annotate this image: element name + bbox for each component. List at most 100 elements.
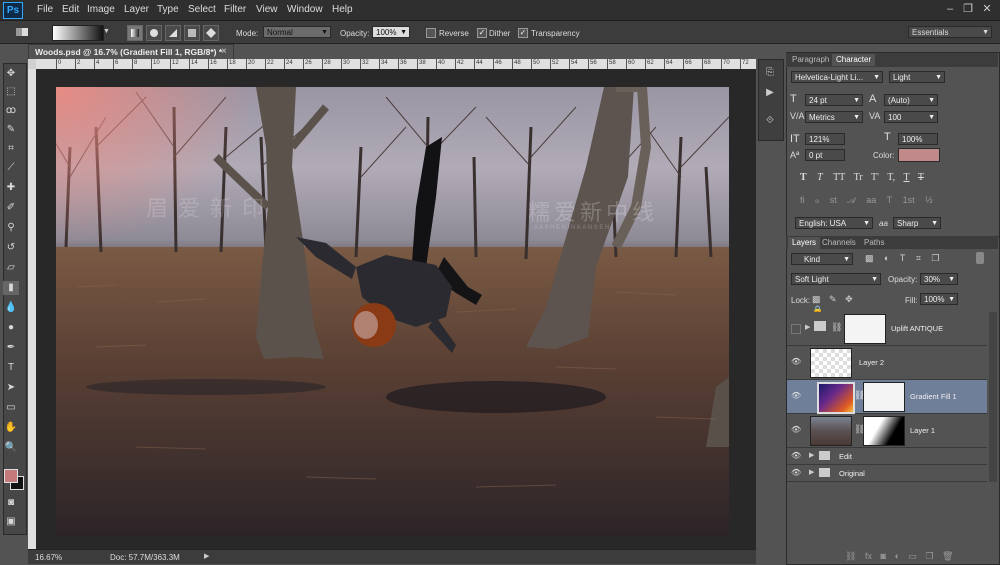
reflected-gradient-button[interactable] xyxy=(184,25,200,41)
adjustment-layer-icon[interactable]: ◐ xyxy=(894,551,899,561)
menu-image[interactable]: Image xyxy=(87,4,115,15)
contextual-icon[interactable]: ℴ xyxy=(815,195,819,205)
document-tab[interactable]: Woods.psd @ 16.7% (Gradient Fill 1, RGB/… xyxy=(28,44,234,60)
healing-brush-tool-icon[interactable]: ✚ xyxy=(3,181,19,195)
layer-row-layer-2[interactable]: 👁 Layer 2 xyxy=(787,346,987,380)
status-menu-arrow-icon[interactable]: ▶ xyxy=(204,552,209,560)
vertical-ruler[interactable] xyxy=(28,69,36,549)
tab-paths[interactable]: Paths xyxy=(860,237,888,249)
gradient-tool-preset-icon[interactable] xyxy=(14,25,30,39)
rectangle-tool-icon[interactable]: ▭ xyxy=(3,401,19,415)
visibility-toggle[interactable] xyxy=(791,324,801,334)
history-panel-icon[interactable]: ⎘ xyxy=(762,66,778,80)
opacity-input[interactable]: 100% ▼ xyxy=(372,26,410,38)
mask-thumbnail[interactable] xyxy=(844,314,886,344)
canvas-image[interactable]: 眉爱新印 糯爱新中线 A A S H E N I N K A N S E N xyxy=(56,87,729,536)
menu-select[interactable]: Select xyxy=(188,4,216,15)
faux-italic-button[interactable]: T xyxy=(817,172,823,183)
ligature-icon[interactable]: fi xyxy=(800,195,805,205)
menu-file[interactable]: File xyxy=(37,4,53,15)
layers-scrollbar[interactable] xyxy=(989,312,997,482)
blend-mode-dropdown[interactable]: Soft Light ▼ xyxy=(791,273,881,285)
text-color-swatch[interactable] xyxy=(898,148,940,162)
link-layers-icon[interactable]: ⛓ xyxy=(845,551,856,561)
new-layer-icon[interactable]: ❐ xyxy=(925,551,933,561)
baseline-shift-field[interactable]: 0 pt xyxy=(805,149,845,161)
history-brush-tool-icon[interactable]: ↺ xyxy=(3,241,19,255)
layer-thumbnail[interactable] xyxy=(810,416,852,446)
linear-gradient-button[interactable] xyxy=(127,25,143,41)
filter-adjustment-icon[interactable]: ◐ xyxy=(884,253,889,263)
group-row-edit[interactable]: 👁 ▶ Edit xyxy=(787,448,987,465)
radial-gradient-button[interactable] xyxy=(146,25,162,41)
dodge-tool-icon[interactable]: ● xyxy=(3,321,19,335)
gradient-fill-thumbnail[interactable] xyxy=(817,382,855,414)
swash-icon[interactable]: 𝒜 xyxy=(847,195,856,205)
font-style-dropdown[interactable]: Light ▼ xyxy=(889,71,945,83)
layer-row-layer-1[interactable]: 👁 ⛓ Layer 1 xyxy=(787,414,987,448)
reverse-checkbox[interactable] xyxy=(426,28,436,38)
tab-character[interactable]: Character xyxy=(832,54,876,66)
underline-button[interactable]: T xyxy=(903,172,909,183)
superscript-button[interactable]: T' xyxy=(871,172,879,183)
quick-mask-icon[interactable]: ◙ xyxy=(3,496,19,510)
add-mask-icon[interactable]: ◙ xyxy=(880,551,885,561)
menu-type[interactable]: Type xyxy=(157,4,179,15)
filter-pixel-icon[interactable]: ▩ xyxy=(865,253,874,263)
filter-shape-icon[interactable]: ⌗ xyxy=(916,253,921,263)
discretionary-icon[interactable]: st xyxy=(830,195,837,205)
dither-checkbox[interactable]: ✓ xyxy=(477,28,487,38)
tab-paragraph[interactable]: Paragraph xyxy=(788,54,833,66)
filter-smart-icon[interactable]: ❐ xyxy=(931,253,939,263)
tracking-field[interactable]: 100 ▼ xyxy=(884,111,938,123)
blur-tool-icon[interactable]: 💧 xyxy=(3,301,19,315)
fill-field[interactable]: 100% ▼ xyxy=(920,293,958,305)
brush-tool-icon[interactable]: ✐ xyxy=(3,201,19,215)
vertical-scale-field[interactable]: 121% xyxy=(805,133,845,145)
zoom-level[interactable]: 16.67% xyxy=(35,553,62,562)
eye-icon[interactable]: 👁 xyxy=(791,358,801,366)
quick-select-tool-icon[interactable]: ✎ xyxy=(3,123,19,137)
font-family-dropdown[interactable]: Helvetica-Light Li... ▼ xyxy=(791,71,883,83)
menu-edit[interactable]: Edit xyxy=(62,4,79,15)
ordinal-icon[interactable]: 1st xyxy=(903,195,915,205)
ruler-origin[interactable] xyxy=(28,59,36,69)
expand-chevron-icon[interactable]: ▶ xyxy=(809,468,814,476)
filter-toggle-switch[interactable] xyxy=(976,252,984,264)
hand-tool-icon[interactable]: ✋ xyxy=(3,421,19,435)
leading-field[interactable]: (Auto) ▼ xyxy=(884,94,938,106)
subscript-button[interactable]: T, xyxy=(887,172,895,183)
layer-opacity-field[interactable]: 30% ▼ xyxy=(920,273,958,285)
horizontal-ruler[interactable]: 0 2 4 6 8 10 12 14 16 18 20 22 24 26 28 30 32 34 36 38 40 42 4… xyxy=(36,59,756,69)
document-close-icon[interactable]: × xyxy=(221,46,227,57)
actions-panel-icon[interactable]: ▶ xyxy=(762,86,778,100)
pen-tool-icon[interactable]: ✒ xyxy=(3,341,19,355)
expand-chevron-icon[interactable]: ▶ xyxy=(805,323,810,331)
faux-bold-button[interactable]: T xyxy=(800,172,807,183)
path-selection-tool-icon[interactable]: ➤ xyxy=(3,381,19,395)
restore-icon[interactable]: ❐ xyxy=(961,2,975,16)
link-chain-icon[interactable]: ⛓ xyxy=(854,424,865,434)
link-chain-icon[interactable]: ⛓ xyxy=(854,390,865,400)
gradient-picker-dropdown-icon[interactable]: ▼ xyxy=(103,28,110,35)
marquee-tool-icon[interactable]: ⬚ xyxy=(3,85,19,99)
menu-filter[interactable]: Filter xyxy=(224,4,246,15)
lock-image-icon[interactable]: ✎ xyxy=(829,294,837,304)
clone-stamp-tool-icon[interactable]: ⚲ xyxy=(3,221,19,235)
eraser-tool-icon[interactable]: ▱ xyxy=(3,261,19,275)
strikethrough-button[interactable]: T xyxy=(918,172,924,183)
diamond-gradient-button[interactable] xyxy=(203,25,219,41)
minimize-icon[interactable]: – xyxy=(943,2,957,16)
close-window-icon[interactable]: ✕ xyxy=(980,2,994,16)
screen-mode-icon[interactable]: ▣ xyxy=(3,515,19,529)
eyedropper-tool-icon[interactable]: ⟋ xyxy=(3,161,19,175)
stylistic-icon[interactable]: aa xyxy=(866,195,876,205)
expand-chevron-icon[interactable]: ▶ xyxy=(809,451,814,459)
menu-view[interactable]: View xyxy=(256,4,278,15)
move-tool-icon[interactable]: ✥ xyxy=(3,67,19,81)
transparency-checkbox[interactable]: ✓ xyxy=(518,28,528,38)
kerning-dropdown[interactable]: Metrics ▼ xyxy=(805,111,863,123)
fraction-icon[interactable]: ½ xyxy=(925,195,933,205)
zoom-tool-icon[interactable]: 🔍 xyxy=(3,441,19,455)
type-tool-icon[interactable]: T xyxy=(3,361,19,375)
